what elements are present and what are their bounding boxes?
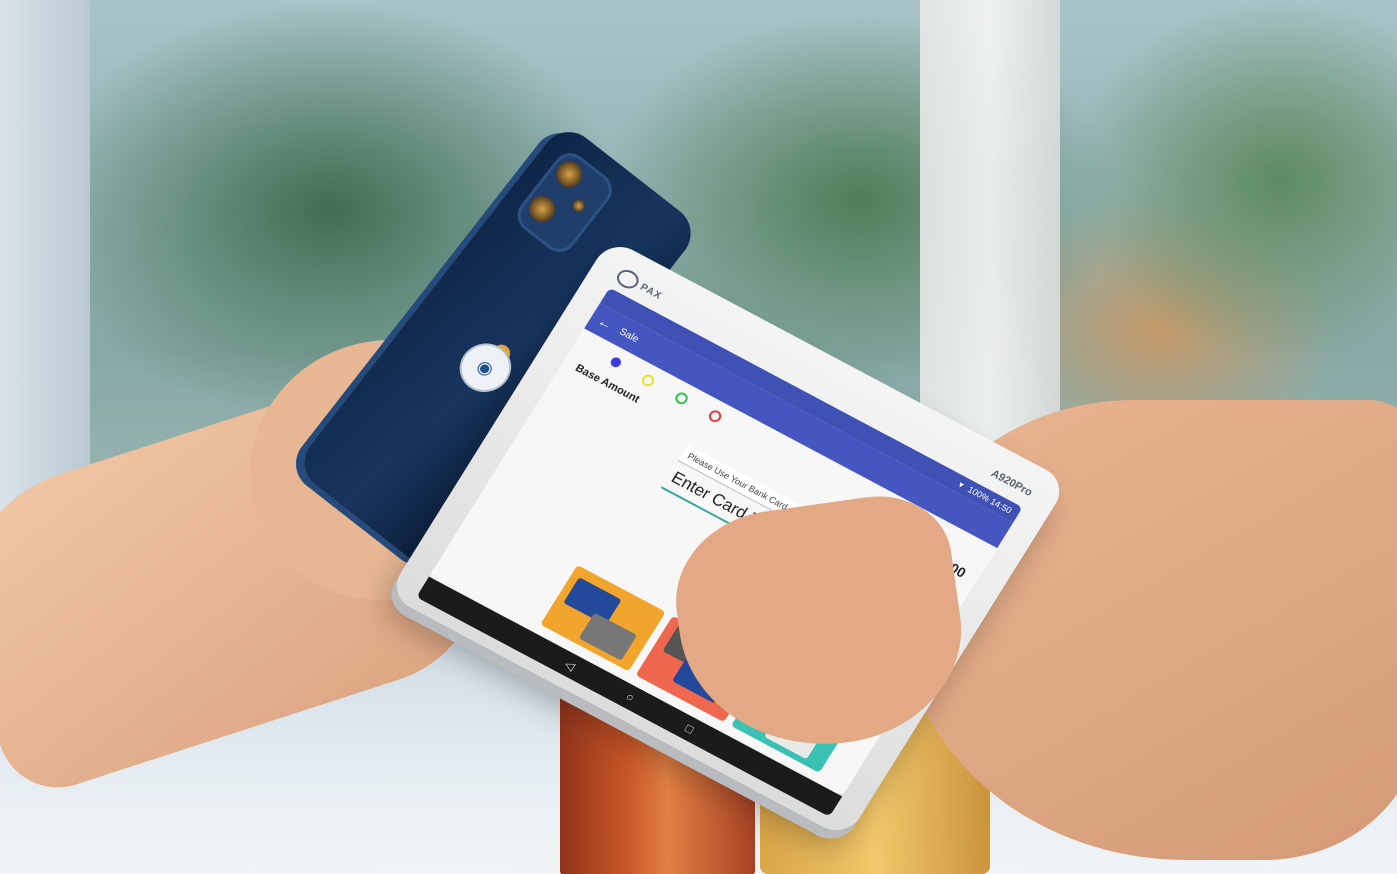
flash-icon — [570, 197, 588, 215]
camera-module — [510, 146, 620, 260]
signal-icon: ▾ — [956, 479, 967, 490]
nav-recents-icon[interactable]: □ — [683, 721, 697, 736]
nav-home-icon[interactable]: ○ — [623, 690, 637, 705]
camera-lens-icon — [523, 190, 561, 228]
back-arrow-icon[interactable]: ← — [595, 313, 616, 333]
card-reader-icon — [578, 612, 638, 661]
background-scene: ● ◉ PAX A920Pro ▾ 100% 14:50 ← Sale — [0, 0, 1397, 874]
window-pillar — [920, 0, 1060, 460]
nav-back-icon[interactable]: ◁ — [562, 657, 578, 673]
app-title: Sale — [617, 326, 641, 345]
camera-lens-icon — [550, 156, 588, 193]
brand-name: PAX — [638, 281, 665, 302]
